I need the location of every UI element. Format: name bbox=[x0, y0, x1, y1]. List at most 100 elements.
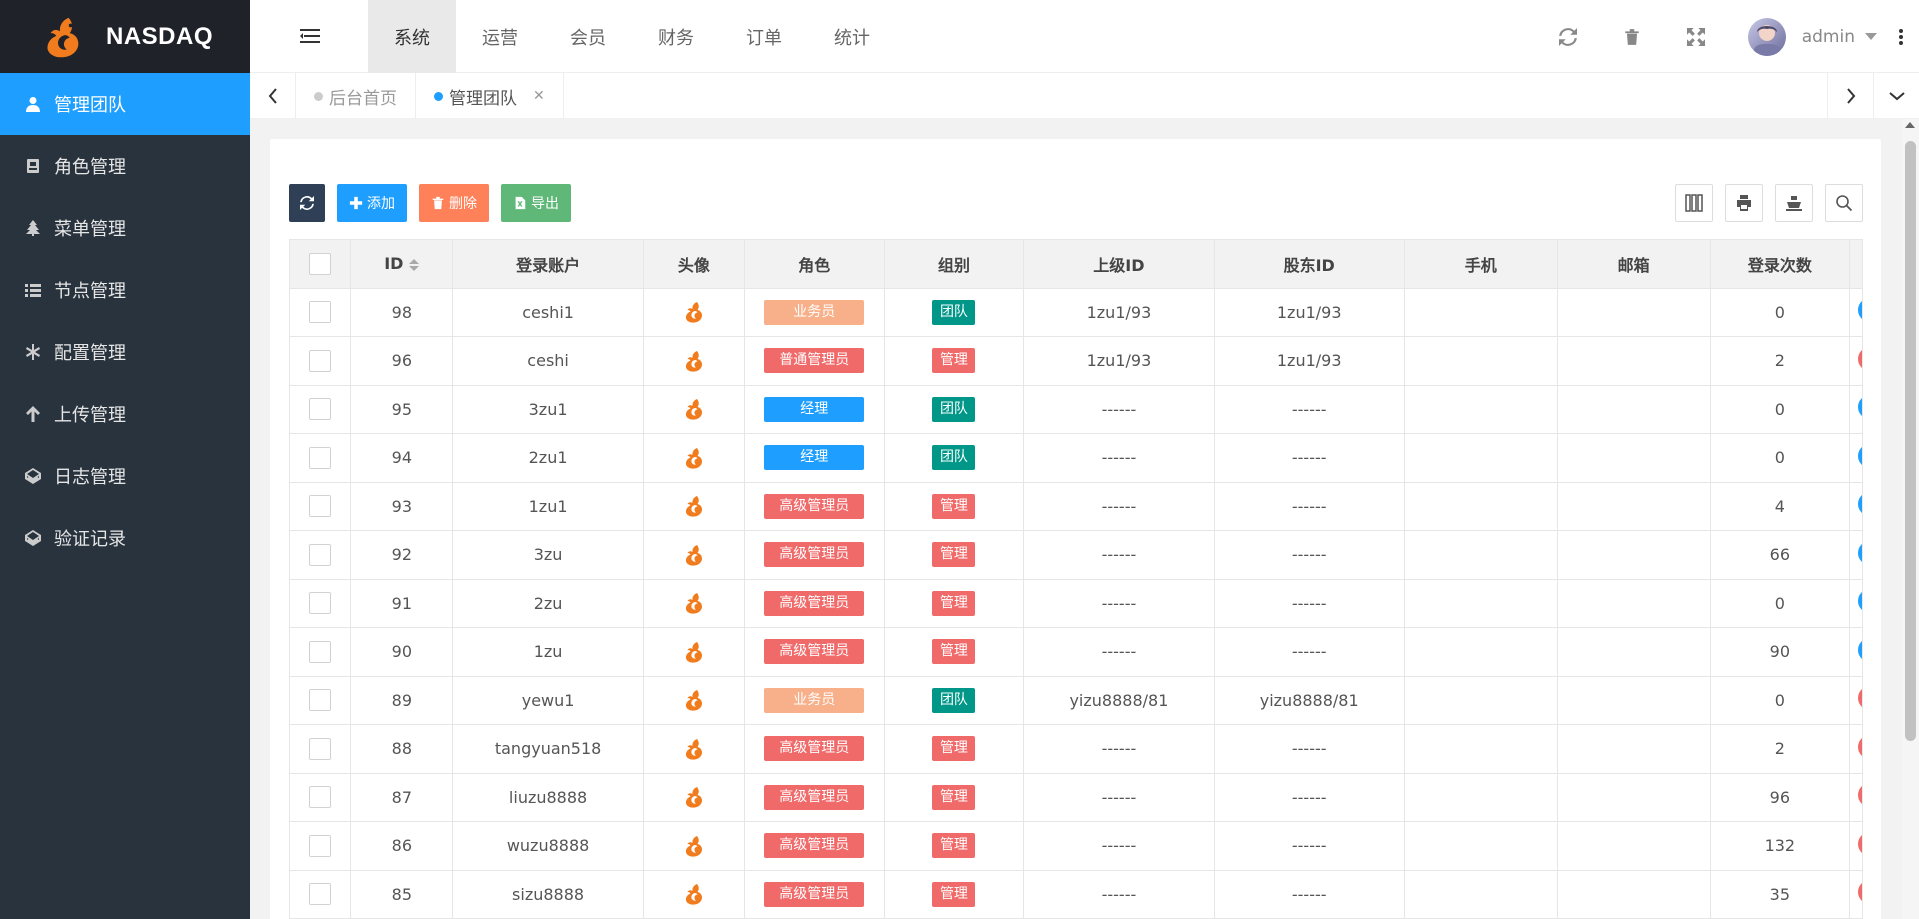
row-checkbox[interactable] bbox=[309, 543, 332, 566]
column-header-label: 组别 bbox=[937, 255, 970, 275]
group-badge: 管理 bbox=[932, 639, 976, 665]
status-toggle[interactable] bbox=[1858, 346, 1862, 371]
id-card-icon bbox=[24, 157, 42, 175]
top-tab-1[interactable]: 运营 bbox=[456, 0, 544, 73]
export-button[interactable]: 导出 bbox=[501, 184, 571, 222]
row-checkbox[interactable] bbox=[309, 737, 332, 760]
row-checkbox[interactable] bbox=[309, 592, 332, 615]
cell-id: 90 bbox=[350, 627, 454, 677]
table-row[interactable]: 90 1zu 高级管理员 管理 ------ ------ 90 bbox=[290, 627, 1862, 677]
status-toggle[interactable] bbox=[1858, 831, 1862, 856]
refresh-icon[interactable] bbox=[1536, 0, 1600, 73]
row-checkbox[interactable] bbox=[309, 834, 332, 857]
print-icon[interactable] bbox=[1725, 184, 1763, 222]
scrollbar-thumb[interactable] bbox=[1905, 141, 1916, 741]
top-tab-2[interactable]: 会员 bbox=[544, 0, 632, 73]
trash-icon[interactable] bbox=[1600, 0, 1664, 73]
columns-icon[interactable] bbox=[1675, 184, 1713, 222]
table-row[interactable]: 85 sizu8888 高级管理员 管理 ------ ------ 35 bbox=[290, 870, 1862, 919]
table-row[interactable]: 91 2zu 高级管理员 管理 ------ ------ 0 bbox=[290, 579, 1862, 628]
chevron-left-icon[interactable] bbox=[250, 73, 296, 119]
row-checkbox[interactable] bbox=[309, 689, 332, 712]
sidebar-item-1[interactable]: 角色管理 bbox=[0, 135, 250, 197]
cell-login-count: 4 bbox=[1710, 482, 1851, 531]
chevron-right-icon[interactable] bbox=[1827, 73, 1873, 119]
cell-parent-id: ------ bbox=[1023, 530, 1215, 580]
sidebar-item-4[interactable]: 配置管理 bbox=[0, 321, 250, 383]
export-ship-icon[interactable] bbox=[1775, 184, 1813, 222]
table-row[interactable]: 96 ceshi 普通管理员 管理 1zu1/93 1zu1/93 2 bbox=[290, 336, 1862, 386]
status-toggle[interactable] bbox=[1858, 443, 1862, 468]
status-toggle[interactable] bbox=[1858, 880, 1862, 905]
status-toggle[interactable] bbox=[1858, 637, 1862, 662]
table-row[interactable]: 88 tangyuan518 高级管理员 管理 ------ ------ 2 bbox=[290, 724, 1862, 774]
cell-role: 经理 bbox=[744, 385, 885, 434]
menu-toggle-icon[interactable] bbox=[300, 26, 322, 46]
table-row[interactable]: 93 1zu1 高级管理员 管理 ------ ------ 4 bbox=[290, 482, 1862, 531]
cell-phone bbox=[1404, 627, 1558, 677]
delete-button[interactable]: 删除 bbox=[419, 184, 489, 222]
sidebar-item-7[interactable]: 验证记录 bbox=[0, 507, 250, 569]
top-tab-5[interactable]: 统计 bbox=[808, 0, 896, 73]
page-tab-1[interactable]: 管理团队 ✕ bbox=[416, 73, 564, 119]
more-vertical-icon[interactable] bbox=[1891, 0, 1911, 73]
logo[interactable]: NASDAQ bbox=[0, 0, 250, 73]
status-toggle[interactable] bbox=[1858, 783, 1862, 808]
sidebar-item-3[interactable]: 节点管理 bbox=[0, 259, 250, 321]
status-toggle[interactable] bbox=[1858, 540, 1862, 565]
row-checkbox[interactable] bbox=[309, 446, 332, 469]
cell-id: 92 bbox=[350, 530, 454, 580]
sidebar-item-6[interactable]: 日志管理 bbox=[0, 445, 250, 507]
search-icon[interactable] bbox=[1825, 184, 1863, 222]
status-toggle[interactable] bbox=[1858, 589, 1862, 614]
table-row[interactable]: 89 yewu1 业务员 团队 yizu8888/81 yizu8888/81 0 bbox=[290, 676, 1862, 725]
chevron-down-icon[interactable] bbox=[1873, 73, 1919, 119]
cell-email bbox=[1557, 676, 1711, 725]
table-row[interactable]: 94 2zu1 经理 团队 ------ ------ 0 bbox=[290, 433, 1862, 483]
sidebar-item-0[interactable]: 管理团队 bbox=[0, 73, 250, 135]
column-header-0[interactable]: ID bbox=[350, 240, 454, 289]
status-toggle[interactable] bbox=[1858, 734, 1862, 759]
top-tab-4[interactable]: 订单 bbox=[720, 0, 808, 73]
table-row[interactable]: 86 wuzu8888 高级管理员 管理 ------ ------ 132 bbox=[290, 821, 1862, 871]
row-checkbox[interactable] bbox=[309, 495, 332, 518]
cell-id: 93 bbox=[350, 482, 454, 531]
table-row[interactable]: 95 3zu1 经理 团队 ------ ------ 0 bbox=[290, 385, 1862, 434]
cell-phone bbox=[1404, 773, 1558, 822]
table-row[interactable]: 98 ceshi1 业务员 团队 1zu1/93 1zu1/93 0 bbox=[290, 288, 1862, 337]
cell-login-count: 0 bbox=[1710, 676, 1851, 725]
close-icon[interactable]: ✕ bbox=[533, 88, 545, 104]
row-checkbox[interactable] bbox=[309, 398, 332, 421]
row-checkbox[interactable] bbox=[309, 349, 332, 372]
refresh-button[interactable] bbox=[289, 184, 325, 222]
top-tab-0[interactable]: 系统 bbox=[368, 0, 456, 73]
sidebar-item-2[interactable]: 菜单管理 bbox=[0, 197, 250, 259]
table-row[interactable]: 87 liuzu8888 高级管理员 管理 ------ ------ 96 bbox=[290, 773, 1862, 822]
user-menu[interactable]: admin bbox=[1728, 0, 1891, 73]
row-checkbox[interactable] bbox=[309, 786, 332, 809]
cell-phone bbox=[1404, 482, 1558, 531]
status-toggle[interactable] bbox=[1858, 686, 1862, 711]
top-tab-3[interactable]: 财务 bbox=[632, 0, 720, 73]
scroll-up-arrow[interactable] bbox=[1905, 122, 1915, 128]
sidebar-item-5[interactable]: 上传管理 bbox=[0, 383, 250, 445]
row-checkbox[interactable] bbox=[309, 640, 332, 663]
row-select-cell bbox=[290, 288, 352, 337]
table-row[interactable]: 92 3zu 高级管理员 管理 ------ ------ 66 bbox=[290, 530, 1862, 580]
fullscreen-icon[interactable] bbox=[1664, 0, 1728, 73]
select-all-checkbox[interactable] bbox=[309, 252, 332, 275]
status-toggle[interactable] bbox=[1858, 298, 1862, 323]
main-card: 添加 删除 导出 ID 登录账户 头像 角色 组别 上级ID 股东ID 手机 邮… bbox=[270, 139, 1881, 919]
sort-icon[interactable] bbox=[409, 258, 420, 271]
cell-role: 高级管理员 bbox=[744, 530, 885, 580]
status-toggle[interactable] bbox=[1858, 395, 1862, 420]
add-button[interactable]: 添加 bbox=[337, 184, 407, 222]
status-toggle[interactable] bbox=[1858, 492, 1862, 517]
row-checkbox[interactable] bbox=[309, 301, 332, 324]
page-tab-0[interactable]: 后台首页 bbox=[296, 73, 416, 119]
cell-account: 2zu bbox=[452, 579, 644, 628]
vertical-scrollbar[interactable] bbox=[1902, 119, 1919, 919]
cell-holder-id: ------ bbox=[1214, 870, 1405, 919]
row-checkbox[interactable] bbox=[309, 883, 332, 906]
cell-group: 管理 bbox=[884, 482, 1025, 531]
